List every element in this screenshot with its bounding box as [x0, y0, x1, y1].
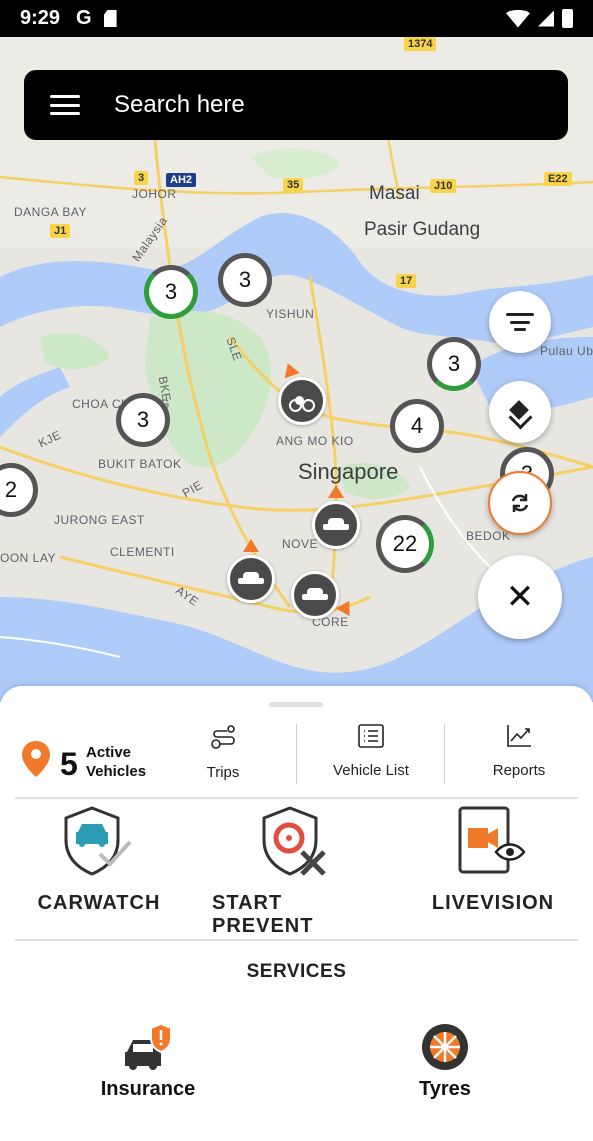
divider: [444, 724, 445, 784]
carwatch-icon: [64, 806, 132, 876]
car-icon: [238, 572, 264, 586]
map-label-ang-mo-kio: ANG MO KIO: [276, 434, 354, 448]
map-label-singapore: Singapore: [298, 459, 399, 484]
road-shield: 17: [396, 274, 417, 288]
road-shield: 3: [134, 171, 149, 185]
location-pin-icon: [22, 741, 50, 777]
reports-icon: [507, 725, 531, 747]
vehicle-cluster[interactable]: 3: [427, 337, 481, 391]
road-shield: J1: [50, 224, 71, 238]
start-prevent-icon: [262, 806, 326, 876]
filter-icon: [506, 313, 534, 331]
tyres-button[interactable]: Tyres: [404, 1022, 486, 1101]
map-label-johor: JOHOR: [132, 187, 177, 201]
signal-icon: [538, 10, 554, 27]
cluster-count: 3: [238, 267, 252, 292]
reports-button[interactable]: Reports: [474, 724, 564, 790]
map-label-boon-lay: OON LAY: [0, 551, 56, 565]
search-bar[interactable]: Search here: [24, 70, 568, 140]
vehicle-cluster[interactable]: 22: [376, 515, 434, 573]
map-label-danga-bay: DANGA BAY: [14, 205, 87, 219]
status-bar: 9:29 G: [0, 0, 593, 37]
insurance-icon: [125, 1022, 172, 1070]
sd-card-icon: [103, 10, 117, 27]
map-label-clementi: CLEMENTI: [110, 545, 175, 559]
divider: [296, 724, 297, 784]
google-icon: G: [76, 7, 92, 29]
services-title: SERVICES: [246, 961, 347, 982]
trips-label: Trips: [206, 764, 240, 781]
bottom-sheet: 5 Active Vehicles Trips Vehicle List Rep…: [0, 686, 593, 1141]
map-label-yishun: YISHUN: [266, 307, 315, 321]
close-icon: ✕: [505, 578, 535, 616]
vehicle-list-label: Vehicle List: [333, 762, 409, 779]
car-icon: [302, 588, 328, 602]
road-shield: AH2: [166, 173, 197, 187]
reports-label: Reports: [492, 762, 546, 779]
menu-icon[interactable]: [50, 95, 80, 115]
stats-row: 5 Active Vehicles Trips Vehicle List Rep…: [0, 716, 593, 796]
vehicle-marker-car[interactable]: [291, 571, 339, 619]
road-shield: 35: [283, 178, 304, 192]
layers-button[interactable]: [489, 381, 551, 443]
road-shield: 1374: [404, 37, 437, 51]
car-icon: [323, 518, 349, 532]
start-prevent-button[interactable]: START PREVENT: [212, 806, 382, 938]
vehicle-cluster[interactable]: 3: [218, 253, 272, 307]
carwatch-button[interactable]: CARWATCH: [28, 806, 170, 915]
motorcycle-icon: [289, 394, 315, 412]
map-label-novena: NOVE: [282, 537, 319, 551]
vehicle-cluster[interactable]: 4: [390, 399, 444, 453]
vehicle-cluster[interactable]: 3: [144, 265, 198, 319]
cluster-count: 22: [392, 531, 418, 556]
status-indicators: [506, 9, 573, 28]
filter-button[interactable]: [489, 291, 551, 353]
divider: [15, 797, 578, 799]
vehicle-marker-car[interactable]: [312, 501, 360, 549]
map-label-pulau-ubin: Pulau Ubin: [540, 344, 593, 358]
active-vehicle-count: 5: [60, 746, 78, 782]
trips-icon: [211, 725, 235, 749]
map-label-pasir-gudang: Pasir Gudang: [364, 219, 481, 240]
insurance-label: Insurance: [100, 1078, 196, 1100]
tyre-icon: [422, 1024, 468, 1070]
livevision-label: LIVEVISION: [431, 892, 555, 914]
heading-arrow-icon: [328, 485, 344, 498]
map-label-bukit-batok: BUKIT BATOK: [98, 457, 182, 471]
map-label-masai: Masai: [369, 183, 420, 204]
cluster-count: 3: [447, 351, 461, 376]
trips-button[interactable]: Trips: [180, 724, 266, 790]
wifi-icon: [506, 9, 530, 28]
layers-icon: [509, 401, 531, 423]
divider: [15, 939, 578, 941]
heading-arrow-icon: [243, 539, 259, 552]
map-view[interactable]: JOHOR Masai Pasir Gudang DANGA BAY Malay…: [0, 37, 593, 702]
cluster-count: 3: [164, 279, 178, 304]
road-shield: E22: [544, 172, 572, 186]
vehicle-list-button[interactable]: Vehicle List: [312, 724, 430, 790]
cluster-count: 4: [410, 413, 424, 438]
vehicle-marker-motorcycle[interactable]: [278, 377, 326, 425]
search-input[interactable]: Search here: [114, 91, 245, 119]
list-icon: [358, 724, 384, 748]
start-prevent-label: START PREVENT: [212, 892, 314, 937]
active-vehicles-label: Active Vehicles: [86, 744, 147, 780]
refresh-icon: [511, 494, 529, 512]
vehicle-marker-car[interactable]: [227, 555, 275, 603]
battery-icon: [562, 9, 573, 28]
carwatch-label: CARWATCH: [37, 892, 161, 914]
status-time: 9:29: [20, 7, 61, 29]
map-label-jurong-east: JURONG EAST: [54, 513, 145, 527]
livevision-button[interactable]: LIVEVISION: [426, 806, 560, 915]
insurance-button[interactable]: Insurance: [92, 1022, 204, 1101]
cluster-count: 3: [136, 407, 150, 432]
tyres-label: Tyres: [419, 1078, 471, 1100]
cluster-count: 2: [4, 477, 18, 502]
close-button[interactable]: ✕: [478, 555, 562, 639]
road-shield: J10: [430, 179, 457, 193]
vehicle-cluster[interactable]: 3: [116, 393, 170, 447]
refresh-button[interactable]: [488, 471, 552, 535]
drag-handle[interactable]: [269, 702, 323, 707]
livevision-icon: [458, 806, 526, 874]
